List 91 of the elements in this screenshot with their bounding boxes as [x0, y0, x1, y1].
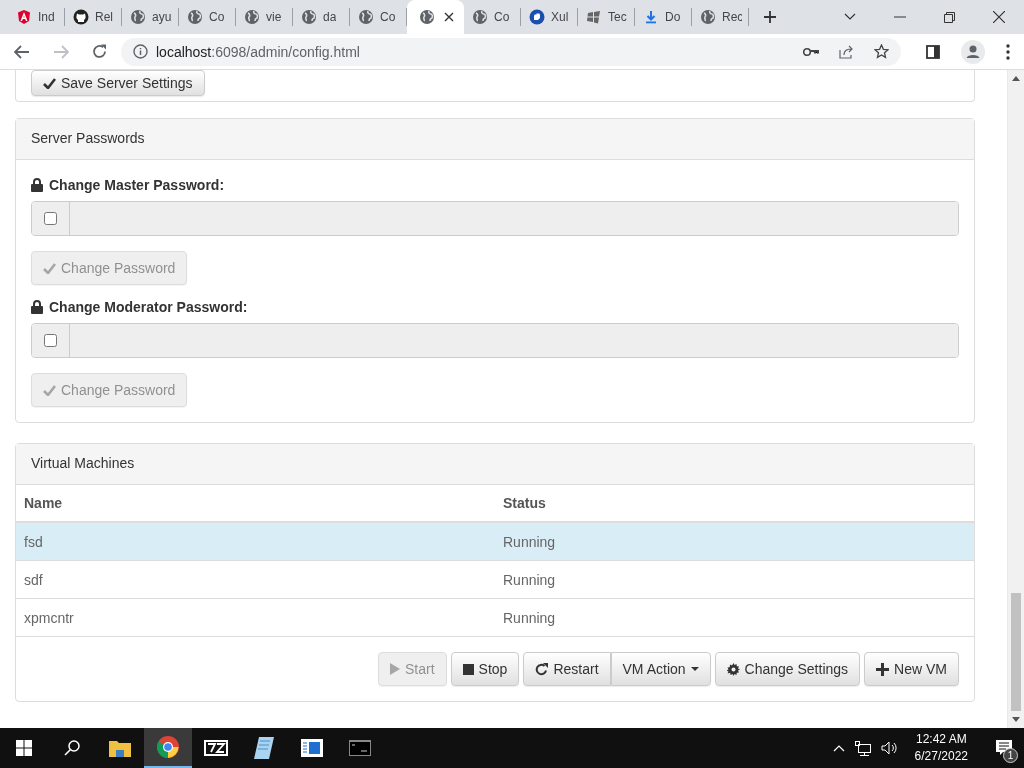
column-header: Status	[503, 495, 547, 511]
globe-icon	[301, 9, 317, 25]
chevron-up-icon[interactable]	[832, 744, 845, 752]
table-cell-text: Running	[503, 533, 557, 550]
browser-tab[interactable]: da	[293, 8, 350, 26]
scrollbar-thumb[interactable]	[1011, 593, 1021, 711]
profile-icon[interactable]	[961, 39, 985, 64]
check-icon	[43, 384, 56, 396]
notification-button[interactable]: 1	[984, 728, 1024, 768]
restart-icon	[535, 662, 549, 676]
scroll-down-icon[interactable]	[1012, 717, 1020, 722]
table-row[interactable]: xpmcntr Running	[16, 598, 974, 636]
close-icon[interactable]	[993, 11, 1005, 23]
info-icon[interactable]	[133, 44, 148, 59]
browser-tab[interactable]: Co	[464, 8, 521, 26]
check-icon	[43, 262, 56, 274]
field-label: Change Master Password:	[49, 177, 225, 193]
globe-icon	[358, 9, 374, 25]
browser-tab[interactable]: Xul	[521, 8, 578, 26]
notification-count: 1	[1003, 748, 1018, 763]
table-cell-text: sdf	[24, 571, 44, 588]
url-text: localhost:6098/admin/config.html	[156, 43, 360, 60]
gear-icon	[726, 662, 740, 676]
panel-title: Server Passwords	[31, 130, 145, 146]
chevron-down-icon[interactable]	[844, 13, 856, 21]
browser-tab[interactable]: Rel	[65, 8, 122, 26]
browser-tab[interactable]: vie	[236, 8, 293, 26]
archive-app-icon[interactable]	[204, 740, 228, 756]
table-cell-text: xpmcntr	[24, 609, 75, 626]
speaker-icon[interactable]	[880, 741, 899, 755]
close-icon[interactable]	[444, 12, 454, 22]
new-tab-icon[interactable]	[763, 10, 777, 24]
table-row[interactable]: sdf Running	[16, 560, 974, 598]
caret-icon	[690, 667, 699, 671]
browser-tab[interactable]: Tec	[578, 8, 635, 26]
search-icon[interactable]	[64, 740, 80, 756]
vm-button[interactable]: New VM	[864, 652, 959, 686]
network-icon[interactable]	[854, 740, 871, 756]
clock-time[interactable]: 12:42 AM	[915, 731, 967, 748]
globe-icon	[700, 9, 716, 25]
browser-tab[interactable]	[407, 0, 464, 34]
check-icon	[43, 77, 56, 89]
field-label: Change Moderator Password:	[49, 299, 248, 315]
star-icon[interactable]	[874, 44, 889, 59]
save-settings-button[interactable]: Save Server Settings	[31, 70, 205, 96]
side-panel-icon[interactable]	[926, 44, 940, 59]
browser-tab[interactable]: Co	[179, 8, 236, 26]
table-cell-text: Running	[503, 609, 557, 626]
table-cell-text: fsd	[24, 533, 44, 550]
shield-a-icon	[16, 9, 32, 25]
download-icon	[643, 9, 659, 25]
vm-button[interactable]: Change Settings	[714, 652, 861, 686]
scroll-up-icon[interactable]	[1012, 76, 1020, 81]
table-cell-text: Running	[503, 571, 557, 588]
browser-tab[interactable]: Ind	[8, 8, 65, 26]
key-icon[interactable]	[803, 46, 819, 57]
terminal-icon[interactable]	[349, 740, 371, 756]
globe-icon	[244, 9, 260, 25]
clock-date[interactable]: 6/27/2022	[914, 748, 968, 765]
back-icon[interactable]	[14, 44, 30, 59]
browser-tab[interactable]: ayu	[122, 8, 179, 26]
globe-icon	[130, 9, 146, 25]
stop-icon	[462, 663, 474, 675]
lock-icon	[31, 300, 43, 314]
globe-icon	[472, 9, 488, 25]
browser-tab[interactable]: Co	[350, 8, 407, 26]
share-icon[interactable]	[839, 44, 854, 59]
vm-button[interactable]: VM Action	[610, 652, 711, 686]
table-row[interactable]: fsd Running	[16, 522, 974, 560]
chrome-icon[interactable]	[157, 736, 179, 758]
folder-icon[interactable]	[109, 739, 131, 757]
panel-title: Virtual Machines	[31, 455, 135, 471]
notepad-icon[interactable]	[254, 737, 274, 759]
window-app-icon[interactable]	[301, 739, 323, 757]
restore-icon[interactable]	[944, 11, 955, 23]
menu-icon[interactable]	[1006, 43, 1010, 60]
vm-button[interactable]: Restart	[523, 652, 611, 686]
cat-icon	[73, 9, 89, 25]
browser-tab[interactable]: Do	[635, 8, 692, 26]
column-header: Name	[24, 495, 64, 511]
vm-button[interactable]: Stop	[450, 652, 520, 686]
address-bar[interactable]: localhost:6098/admin/config.html	[121, 37, 901, 66]
reload-icon[interactable]	[92, 44, 107, 59]
windows-start-icon[interactable]	[16, 740, 32, 756]
play-icon	[390, 663, 400, 675]
globe-icon	[419, 9, 435, 25]
lock-icon	[31, 178, 43, 192]
plus-icon	[876, 662, 890, 676]
scrollbar[interactable]	[1007, 70, 1024, 728]
windows-icon	[586, 9, 602, 25]
globe-icon	[187, 9, 203, 25]
